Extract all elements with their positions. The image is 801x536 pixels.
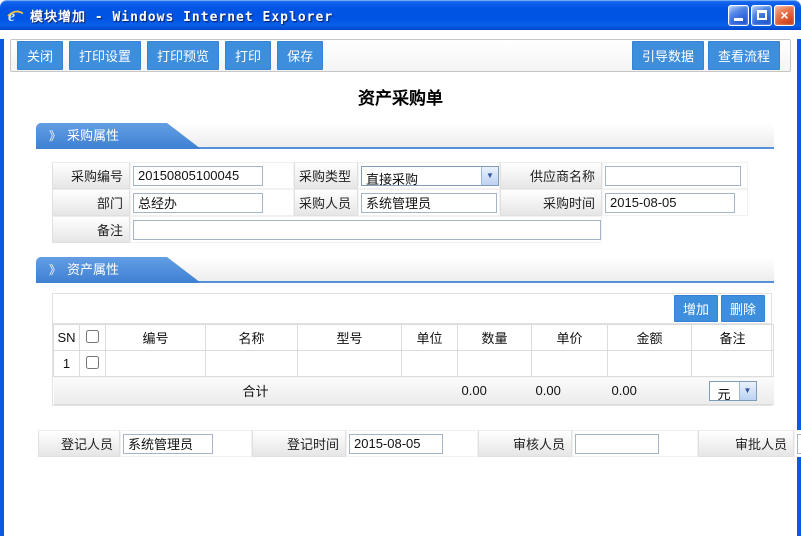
close-icon: ×	[780, 7, 789, 23]
purchase-time-label: 采购时间	[500, 189, 602, 216]
purchase-section-tab: 》采购属性	[36, 123, 201, 149]
col-header-no: 编号	[105, 324, 206, 351]
register-time-input[interactable]	[349, 433, 443, 454]
maximize-button[interactable]	[751, 4, 772, 26]
supplier-label: 供应商名称	[500, 162, 602, 189]
currency-select[interactable]: 元 ▼	[708, 380, 757, 401]
total-amount: 0.00	[607, 376, 692, 405]
purchase-type-label: 采购类型	[294, 162, 358, 189]
minimize-button[interactable]	[728, 4, 749, 26]
row-unit[interactable]	[401, 350, 458, 377]
toolbar: 关闭 打印设置 打印预览 打印 保存 引导数据 查看流程	[10, 39, 791, 72]
col-header-name: 名称	[205, 324, 298, 351]
footer-row: 登记人员 登记时间 审核人员 审批人员	[38, 430, 801, 457]
row-select-checkbox[interactable]	[86, 355, 99, 369]
client-area: 关闭 打印设置 打印预览 打印 保存 引导数据 查看流程 资产采购单 》采购属性…	[0, 39, 801, 536]
asset-section-bar: 》资产属性	[36, 257, 774, 283]
asset-table-block: 增加 删除 SN 编号 名称 型号 单位 数量 单价 金额 备注 1 合计 0.…	[52, 293, 774, 406]
registrar-label: 登记人员	[38, 430, 120, 457]
purchaser-input[interactable]	[361, 192, 497, 213]
select-all-checkbox[interactable]	[86, 329, 99, 343]
purchase-no-input[interactable]	[133, 165, 263, 186]
department-label: 部门	[52, 189, 130, 216]
col-header-model: 型号	[297, 324, 402, 351]
total-qty: 0.00	[457, 376, 532, 405]
row-no[interactable]	[105, 350, 206, 377]
asset-section-tab: 》资产属性	[36, 257, 201, 283]
close-page-button[interactable]: 关闭	[17, 41, 64, 70]
row-amount[interactable]	[607, 350, 692, 377]
maximize-icon	[756, 10, 767, 20]
purchase-form-row-2: 部门 采购人员 采购时间	[52, 189, 748, 216]
row-sn: 1	[53, 350, 80, 377]
row-remark[interactable]	[691, 350, 774, 377]
approver-label: 审批人员	[698, 430, 794, 457]
close-button[interactable]: ×	[774, 4, 795, 26]
purchase-section-bar: 》采购属性	[36, 123, 774, 149]
window-title: 模块增加 - Windows Internet Explorer	[30, 9, 334, 25]
row-name[interactable]	[205, 350, 298, 377]
print-settings-button[interactable]: 打印设置	[69, 41, 142, 70]
row-model[interactable]	[297, 350, 402, 377]
print-button[interactable]: 打印	[225, 41, 272, 70]
purchase-no-label: 采购编号	[52, 162, 130, 189]
supplier-input[interactable]	[605, 165, 741, 186]
col-header-remark: 备注	[691, 324, 774, 351]
row-qty[interactable]	[457, 350, 532, 377]
department-input[interactable]	[133, 192, 263, 213]
asset-table-header-row: SN 编号 名称 型号 单位 数量 单价 金额 备注	[53, 324, 774, 351]
purchaser-label: 采购人员	[294, 189, 358, 216]
remark-label: 备注	[52, 216, 130, 243]
view-process-button[interactable]: 查看流程	[707, 41, 780, 70]
row-price[interactable]	[531, 350, 608, 377]
asset-table-row: 1	[53, 350, 774, 377]
purchase-section-title: 采购属性	[67, 128, 120, 143]
asset-section-title: 资产属性	[67, 262, 120, 277]
registrar-input[interactable]	[123, 433, 213, 454]
section-marker-icon: 》	[49, 129, 62, 143]
col-header-sn: SN	[53, 324, 80, 351]
col-header-qty: 数量	[457, 324, 532, 351]
total-label: 合计	[53, 376, 458, 405]
col-header-select	[79, 324, 106, 351]
currency-value: 元	[717, 386, 731, 400]
minimize-icon	[734, 18, 743, 21]
total-price: 0.00	[531, 376, 608, 405]
remark-input[interactable]	[133, 219, 601, 240]
purchase-form-row-1: 采购编号 采购类型 直接采购 ▼ 供应商名称	[52, 162, 748, 189]
add-row-button[interactable]: 增加	[673, 295, 718, 322]
col-header-amount: 金额	[607, 324, 692, 351]
purchase-type-select[interactable]: 直接采购 ▼	[361, 165, 499, 186]
asset-table: SN 编号 名称 型号 单位 数量 单价 金额 备注 1 合计 0.00 0.0…	[53, 324, 774, 405]
approver-input[interactable]	[797, 433, 801, 454]
asset-total-row: 合计 0.00 0.00 0.00 元 ▼	[53, 376, 774, 405]
register-time-label: 登记时间	[252, 430, 346, 457]
chevron-down-icon: ▼	[738, 381, 756, 400]
title-bar[interactable]: e 模块增加 - Windows Internet Explorer ×	[0, 0, 801, 30]
reviewer-input[interactable]	[575, 433, 659, 454]
col-header-price: 单价	[531, 324, 608, 351]
reviewer-label: 审核人员	[478, 430, 572, 457]
ie-icon: e	[6, 7, 25, 24]
delete-row-button[interactable]: 删除	[720, 295, 765, 322]
section-marker-icon: 》	[49, 263, 62, 277]
save-button[interactable]: 保存	[277, 41, 324, 70]
browser-window: e 模块增加 - Windows Internet Explorer × 关闭 …	[0, 0, 801, 536]
page-title: 资产采购单	[358, 89, 443, 108]
purchase-form-row-3: 备注	[52, 216, 748, 243]
print-preview-button[interactable]: 打印预览	[147, 41, 220, 70]
guide-data-button[interactable]: 引导数据	[631, 41, 704, 70]
purchase-time-input[interactable]	[605, 192, 735, 213]
purchase-type-value: 直接采购	[366, 171, 419, 185]
chevron-down-icon: ▼	[481, 166, 498, 185]
asset-actions-row: 增加 删除	[53, 294, 771, 324]
col-header-unit: 单位	[401, 324, 458, 351]
